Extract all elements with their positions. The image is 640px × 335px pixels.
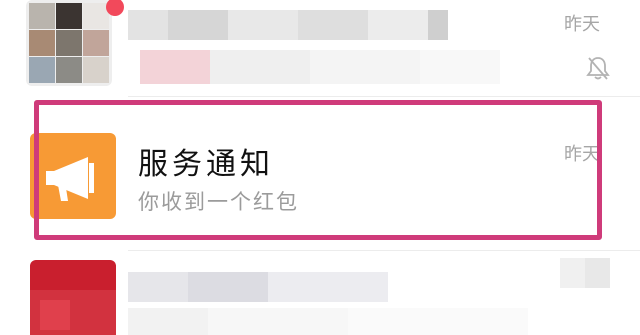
chat-list: 昨天 服务通知 你收到一个红包 昨天 (0, 0, 640, 335)
chat-name-redacted (128, 272, 388, 302)
chat-time: 昨天 (564, 14, 600, 35)
chat-row-group[interactable]: 昨天 (0, 0, 640, 96)
time-redacted (560, 258, 610, 288)
chat-row-contact[interactable] (0, 250, 640, 335)
chat-preview-redacted (128, 308, 528, 335)
chat-preview-redacted (140, 50, 500, 84)
highlight-annotation-box (34, 100, 602, 240)
contact-avatar (30, 260, 116, 335)
bell-muted-icon (586, 57, 610, 80)
chat-name-redacted (128, 10, 448, 40)
group-avatar (26, 0, 112, 86)
unread-dot (106, 0, 124, 16)
